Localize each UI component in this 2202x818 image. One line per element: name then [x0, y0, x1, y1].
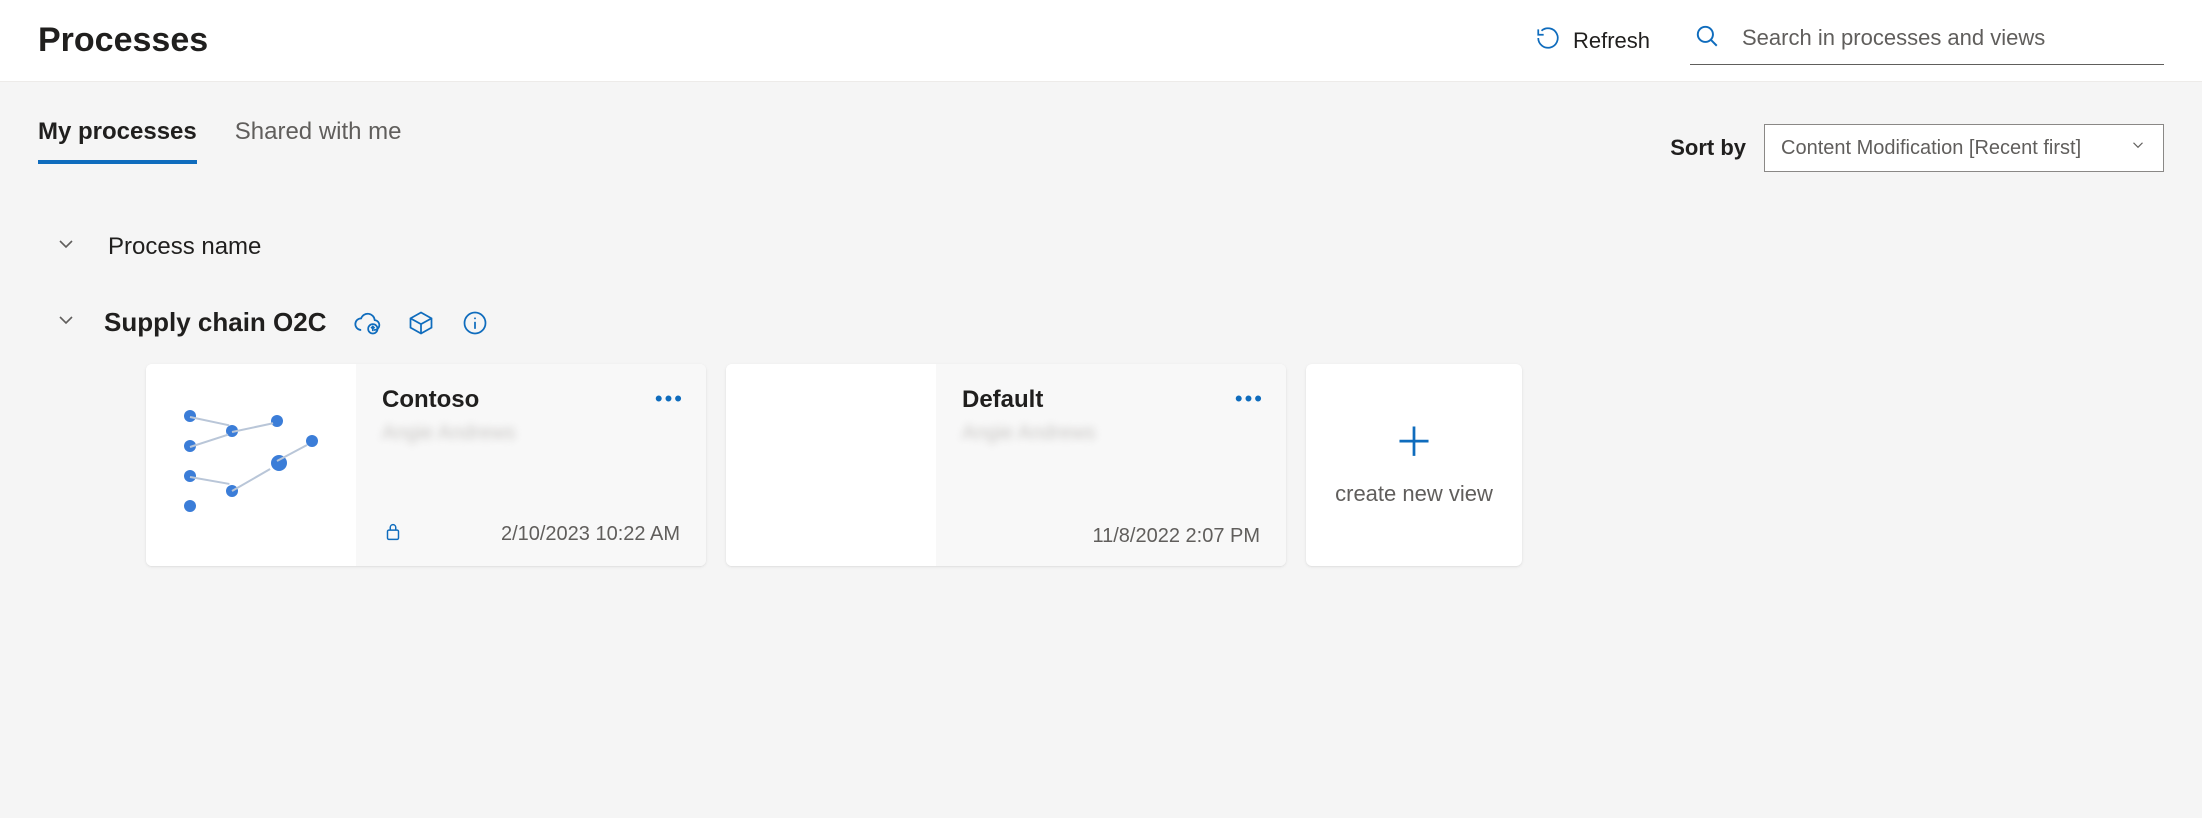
process-row: Supply chain O2C	[38, 307, 2164, 338]
sort-dropdown[interactable]: Content Modification [Recent first]	[1764, 124, 2164, 172]
view-thumbnail	[726, 364, 936, 566]
lock-icon	[382, 521, 404, 548]
content-area: My processes Shared with me Sort by Cont…	[0, 82, 2202, 818]
refresh-icon	[1535, 25, 1561, 57]
view-card[interactable]: ••• Contoso Angie Andrews 2/10/2023 10:2…	[146, 364, 706, 566]
chevron-down-icon	[2129, 136, 2147, 160]
view-owner: Angie Andrews	[382, 422, 680, 445]
create-new-view-label: create new view	[1335, 481, 1493, 507]
create-new-view-card[interactable]: ＋ create new view	[1306, 364, 1522, 566]
view-date: 11/8/2022 2:07 PM	[1092, 525, 1260, 548]
page-title: Processes	[38, 21, 208, 60]
search-icon	[1694, 23, 1720, 54]
view-title: Contoso	[382, 386, 680, 414]
group-header-row: Process name	[38, 232, 2164, 261]
search-box[interactable]	[1690, 17, 2164, 65]
search-input[interactable]	[1740, 24, 2160, 52]
info-icon[interactable]	[461, 309, 489, 337]
card-menu-button[interactable]: •••	[1235, 386, 1264, 412]
tab-shared-with-me[interactable]: Shared with me	[235, 118, 402, 164]
tab-my-processes[interactable]: My processes	[38, 118, 197, 164]
cloud-upload-icon[interactable]	[353, 309, 381, 337]
group-header-label: Process name	[108, 233, 261, 261]
sort-label: Sort by	[1670, 135, 1746, 161]
view-card-body: ••• Contoso Angie Andrews 2/10/2023 10:2…	[356, 364, 706, 566]
card-container: ••• Contoso Angie Andrews 2/10/2023 10:2…	[38, 364, 2164, 566]
sub-header: My processes Shared with me Sort by Cont…	[38, 118, 2164, 172]
top-bar: Processes Refresh	[0, 0, 2202, 82]
refresh-label: Refresh	[1573, 28, 1650, 54]
group-collapse-toggle[interactable]	[54, 232, 78, 261]
process-name-label: Supply chain O2C	[104, 307, 327, 338]
view-title: Default	[962, 386, 1260, 414]
view-card[interactable]: ••• Default Angie Andrews 11/8/2022 2:07…	[726, 364, 1286, 566]
tabs: My processes Shared with me	[38, 118, 402, 164]
process-collapse-toggle[interactable]	[54, 308, 78, 337]
view-thumbnail	[146, 364, 356, 566]
sort-control: Sort by Content Modification [Recent fir…	[1670, 124, 2164, 172]
card-menu-button[interactable]: •••	[655, 386, 684, 412]
view-date: 2/10/2023 10:22 AM	[501, 523, 680, 546]
sort-selected-value: Content Modification [Recent first]	[1781, 137, 2081, 160]
plus-icon: ＋	[1394, 423, 1434, 463]
view-owner: Angie Andrews	[962, 422, 1260, 445]
view-card-body: ••• Default Angie Andrews 11/8/2022 2:07…	[936, 364, 1286, 566]
process-map-icon	[176, 400, 326, 530]
refresh-button[interactable]: Refresh	[1515, 17, 1670, 65]
package-icon[interactable]	[407, 309, 435, 337]
